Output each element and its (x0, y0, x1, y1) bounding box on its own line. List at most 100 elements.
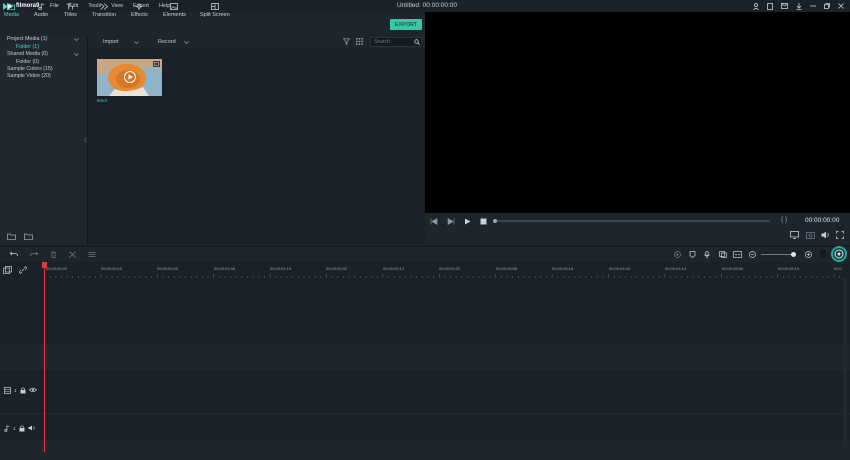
ruler-timecode: 00:00:01:16 (270, 266, 292, 271)
image-icon (170, 3, 179, 10)
snapshot-icon[interactable] (806, 231, 815, 239)
speaker-icon[interactable] (28, 425, 36, 431)
audio-track-number: 1 (13, 425, 16, 431)
restore-icon[interactable] (824, 3, 830, 9)
collapse-handle-icon[interactable] (84, 137, 87, 143)
timeline-scrollbar[interactable] (843, 278, 847, 448)
empty-track-area[interactable] (0, 278, 850, 344)
media-thumbnail[interactable] (97, 59, 162, 96)
settings-button[interactable] (831, 246, 847, 262)
new-folder-icon[interactable] (7, 233, 16, 240)
eye-icon[interactable] (28, 387, 37, 393)
delete-icon[interactable] (50, 251, 57, 258)
lock-icon[interactable] (20, 386, 26, 394)
video-track-number: 1 (14, 387, 17, 393)
chevron-down-icon[interactable] (74, 53, 79, 56)
audio-track[interactable]: 1 (0, 413, 850, 440)
play-icon[interactable] (464, 218, 471, 225)
preview-progress-track[interactable] (494, 220, 770, 222)
render-icon[interactable] (674, 251, 681, 258)
sidebar-item-shared-media[interactable]: Shared Media (0) (7, 51, 48, 57)
ruler-timecode: 00:00:04:04 (609, 266, 631, 271)
preview-timecode: 00:00:00:00 (805, 217, 840, 224)
transition-icon (100, 3, 108, 10)
stop-icon[interactable] (480, 218, 487, 225)
chevron-down-icon[interactable] (134, 41, 139, 44)
sidebar-item-sample-colors[interactable]: Sample Colors (15) (7, 66, 53, 72)
minimize-icon[interactable] (810, 5, 816, 7)
sidebar-item-folder-0[interactable]: Folder (0) (16, 59, 39, 65)
sidebar-item-folder-1[interactable]: Folder (1) (16, 44, 39, 50)
account-icon[interactable] (753, 2, 759, 10)
split-screen-icon (210, 3, 219, 10)
ruler-timecode: 00:00:03:08 (496, 266, 518, 271)
mark-in-out[interactable]: { } (781, 216, 787, 223)
sparkle-icon (135, 3, 144, 10)
ruler-timecode: 00:00:04:14 (665, 266, 687, 271)
preview-progress-handle[interactable] (493, 218, 497, 223)
ruler-timecode: 00:00:05:10 (778, 266, 800, 271)
audio-track-header: 1 (0, 422, 44, 434)
folder-import-icon[interactable] (24, 233, 33, 240)
ruler-timecode: 00:00:02:22 (439, 266, 461, 271)
zoom-slider-track[interactable] (761, 254, 795, 256)
ruler-timecode: 00:00:05:00 (722, 266, 744, 271)
sidebar-item-project-media[interactable]: Project Media (1) (7, 36, 47, 42)
sidebar-item-sample-video[interactable]: Sample Video (20) (7, 73, 51, 79)
music-note-icon (37, 3, 44, 10)
tab-transition[interactable]: Transition (92, 3, 116, 18)
search-icon[interactable] (414, 39, 420, 45)
redo-icon[interactable] (30, 251, 38, 257)
display-settings-icon[interactable] (790, 231, 800, 239)
ruler-timecode: 00:00:02:02 (326, 266, 348, 271)
zoom-in-icon[interactable] (805, 251, 812, 258)
thumbnail-image (97, 59, 162, 96)
tab-split-screen[interactable]: Split Screen (200, 3, 230, 18)
add-track-icon[interactable] (3, 266, 12, 274)
cut-icon[interactable] (69, 251, 76, 258)
window-controls (753, 1, 844, 11)
mail-icon[interactable] (781, 3, 788, 9)
filter-icon[interactable] (343, 38, 350, 45)
tab-effects[interactable]: Effects (131, 3, 148, 18)
tab-elements[interactable]: Elements (163, 3, 186, 18)
tab-audio[interactable]: Audio (34, 3, 48, 18)
folder-icon (7, 3, 16, 10)
timeline-footer (0, 440, 850, 460)
subtitle-icon[interactable] (733, 251, 742, 258)
zoom-slider-handle[interactable] (791, 252, 796, 257)
marker-icon[interactable] (689, 251, 696, 258)
export-button[interactable]: EXPORT (390, 19, 422, 30)
ruler-timecode: 00:0 (834, 266, 842, 271)
video-track-header: 1 (0, 384, 44, 396)
chevron-down-icon[interactable] (74, 38, 79, 41)
media-name: tenor (97, 98, 108, 103)
voiceover-icon[interactable] (719, 251, 727, 258)
previous-frame-icon[interactable] (430, 218, 438, 225)
gear-icon (833, 248, 845, 260)
download-icon[interactable] (796, 2, 802, 10)
record-dropdown[interactable]: Record (158, 39, 176, 45)
zoom-out-icon[interactable] (749, 251, 756, 258)
play-slow-icon[interactable] (447, 218, 455, 225)
playhead-handle[interactable] (42, 262, 47, 268)
audio-adjust-icon[interactable] (88, 251, 96, 258)
lock-icon[interactable] (19, 424, 25, 432)
menu-file[interactable]: File (50, 3, 59, 9)
close-icon[interactable] (838, 3, 844, 9)
import-dropdown[interactable]: Import (103, 39, 119, 45)
playhead[interactable] (44, 262, 45, 452)
grid-view-icon[interactable] (356, 38, 363, 45)
microphone-icon[interactable] (704, 251, 710, 259)
file-icon[interactable] (767, 2, 773, 10)
music-note-icon (4, 424, 10, 432)
chevron-down-icon[interactable] (184, 41, 189, 44)
volume-icon[interactable] (821, 231, 830, 239)
tab-media[interactable]: Media (4, 3, 19, 18)
timeline-divider-handle[interactable] (820, 250, 826, 258)
tab-titles[interactable]: Titles (64, 3, 77, 18)
undo-icon[interactable] (10, 251, 18, 257)
video-track[interactable]: 1 (0, 369, 850, 413)
fullscreen-icon[interactable] (836, 231, 844, 239)
link-icon[interactable] (19, 266, 27, 274)
